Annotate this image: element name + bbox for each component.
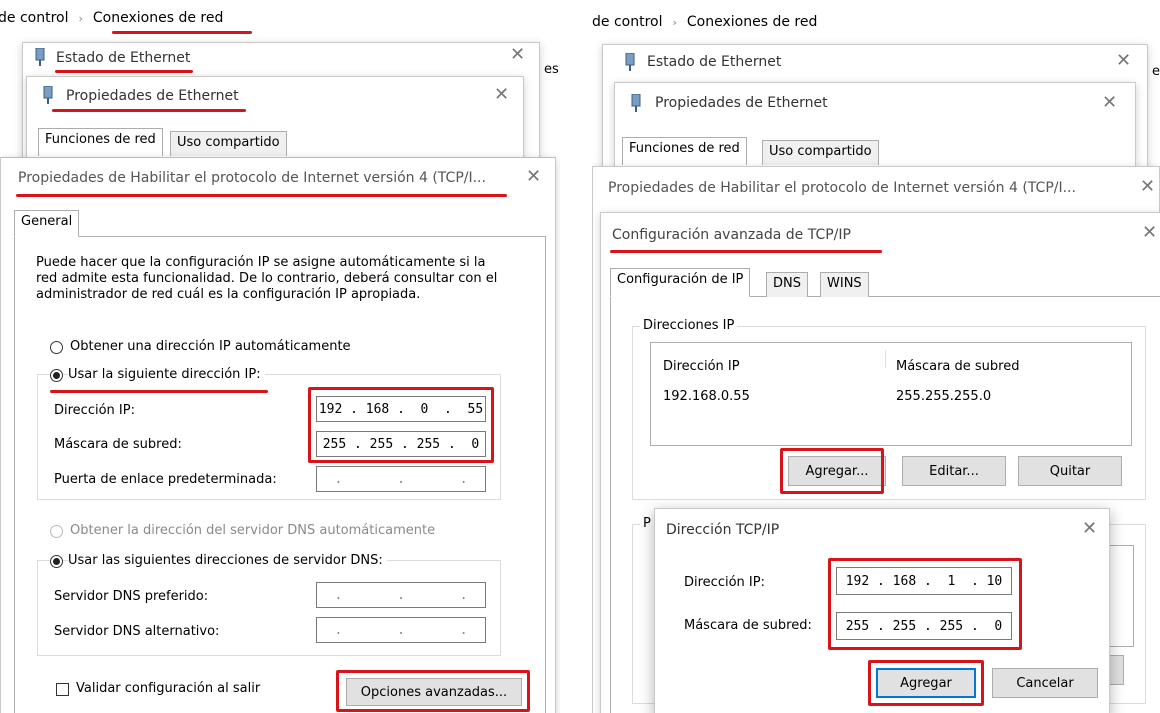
chevron-right-icon: › — [78, 12, 83, 25]
tab-dns[interactable]: DNS — [766, 272, 808, 297]
description-line-2: red admite esta funcionalidad. De lo con… — [36, 271, 498, 286]
close-icon[interactable]: ✕ — [1082, 520, 1097, 538]
dialog-ip-label: Dirección IP: — [684, 575, 765, 590]
list-item-ip[interactable]: 192.168.0.55 — [663, 389, 750, 404]
tab-funciones-de-red[interactable]: Funciones de red — [38, 128, 163, 156]
radio-manual-ip[interactable] — [50, 369, 63, 382]
highlight-underline — [50, 390, 268, 393]
radio-auto-dns[interactable] — [50, 525, 63, 538]
tcpip-address-dialog-title: Dirección TCP/IP — [666, 522, 780, 538]
radio-auto-dns-label[interactable]: Obtener la dirección del servidor DNS au… — [70, 523, 435, 538]
tab-general[interactable]: General — [14, 210, 80, 237]
highlight-underline — [112, 31, 252, 34]
tab-uso-compartido[interactable]: Uso compartido — [762, 140, 879, 165]
validate-checkbox-label[interactable]: Validar configuración al salir — [76, 681, 260, 696]
ip-addresses-group-title: Direcciones IP — [640, 318, 738, 333]
subnet-mask-label: Máscara de subred: — [54, 437, 182, 452]
window-edge-text: es — [544, 62, 559, 77]
ethernet-icon — [35, 48, 45, 66]
close-icon[interactable]: ✕ — [1140, 178, 1155, 196]
close-icon[interactable]: ✕ — [526, 168, 541, 186]
radio-manual-ip-label[interactable]: Usar la siguiente dirección IP: — [68, 367, 265, 382]
right-screenshot: de control › Conexiones de red e Estado de… — [592, 0, 1160, 713]
propiedades-window-title: Propiedades de Ethernet — [655, 95, 828, 111]
list-item-mask[interactable]: 255.255.255.0 — [896, 389, 991, 404]
highlight-box — [308, 387, 494, 463]
alternate-dns-input[interactable]: . . . — [316, 617, 486, 643]
close-icon[interactable]: ✕ — [510, 46, 525, 64]
breadcrumb: de control › Conexiones de red — [592, 14, 817, 30]
edit-button[interactable]: Editar... — [902, 456, 1006, 486]
dialog-cancel-button[interactable]: Cancelar — [992, 668, 1098, 698]
dialog-mask-label: Máscara de subred: — [684, 618, 812, 633]
breadcrumb: de control › Conexiones de red — [0, 10, 223, 26]
highlight-underline — [52, 109, 246, 112]
radio-auto-ip-label[interactable]: Obtener una dirección IP automáticamente — [70, 339, 351, 354]
close-icon[interactable]: ✕ — [1142, 224, 1157, 242]
gateway-input[interactable]: . . . — [316, 466, 486, 492]
column-header-mask[interactable]: Máscara de subred — [896, 359, 1019, 374]
ip-address-label: Dirección IP: — [54, 403, 135, 418]
ethernet-icon — [625, 53, 635, 71]
remove-button[interactable]: Quitar — [1018, 456, 1122, 486]
highlight-box — [336, 670, 530, 712]
ethernet-icon — [631, 94, 641, 112]
tab-uso-compartido[interactable]: Uso compartido — [170, 131, 287, 156]
tcpip-window-title: Propiedades de Habilitar el protocolo de… — [608, 180, 1076, 196]
highlight-underline — [610, 250, 882, 253]
description-line-1: Puede hacer que la configuración IP se a… — [36, 255, 486, 270]
tab-configuracion-ip[interactable]: Configuración de IP — [610, 268, 751, 297]
highlight-box — [780, 448, 884, 494]
left-screenshot: de control › Conexiones de red es Estado d… — [0, 0, 560, 713]
radio-manual-dns-label[interactable]: Usar las siguientes direcciones de servi… — [68, 553, 387, 568]
propiedades-window-title: Propiedades de Ethernet — [66, 88, 239, 104]
breadcrumb-current[interactable]: Conexiones de red — [93, 10, 223, 26]
validate-checkbox[interactable] — [56, 683, 69, 696]
tcpip-window-title: Propiedades de Habilitar el protocolo de… — [18, 170, 486, 186]
alternate-dns-label: Servidor DNS alternativo: — [54, 624, 220, 639]
ethernet-icon — [43, 86, 53, 104]
breadcrumb-parent[interactable]: de control — [592, 14, 662, 30]
preferred-dns-label: Servidor DNS preferido: — [54, 589, 209, 604]
close-icon[interactable]: ✕ — [1116, 52, 1131, 70]
preferred-dns-input[interactable]: . . . — [316, 582, 486, 608]
breadcrumb-current[interactable]: Conexiones de red — [687, 14, 817, 30]
advanced-window-title: Configuración avanzada de TCP/IP — [612, 227, 851, 243]
highlight-box — [868, 660, 984, 706]
tab-funciones-de-red[interactable]: Funciones de red — [622, 137, 747, 165]
window-edge-text: e — [1152, 64, 1160, 79]
column-header-ip[interactable]: Dirección IP — [663, 359, 740, 374]
tab-wins[interactable]: WINS — [820, 272, 869, 297]
description-line-3: administrador de red cuál es la configur… — [36, 287, 421, 302]
estado-window-title: Estado de Ethernet — [56, 50, 191, 66]
highlight-underline — [16, 194, 507, 197]
gateway-label: Puerta de enlace predeterminada: — [54, 472, 277, 487]
column-divider — [885, 350, 886, 368]
breadcrumb-parent[interactable]: de control — [0, 10, 68, 26]
radio-manual-dns[interactable] — [50, 555, 63, 568]
close-icon[interactable]: ✕ — [494, 86, 509, 104]
radio-auto-ip[interactable] — [50, 341, 63, 354]
chevron-right-icon: › — [672, 16, 677, 29]
highlight-box — [828, 558, 1022, 650]
close-icon[interactable]: ✕ — [1102, 94, 1117, 112]
highlight-underline — [55, 70, 193, 73]
estado-window-title: Estado de Ethernet — [647, 54, 782, 70]
